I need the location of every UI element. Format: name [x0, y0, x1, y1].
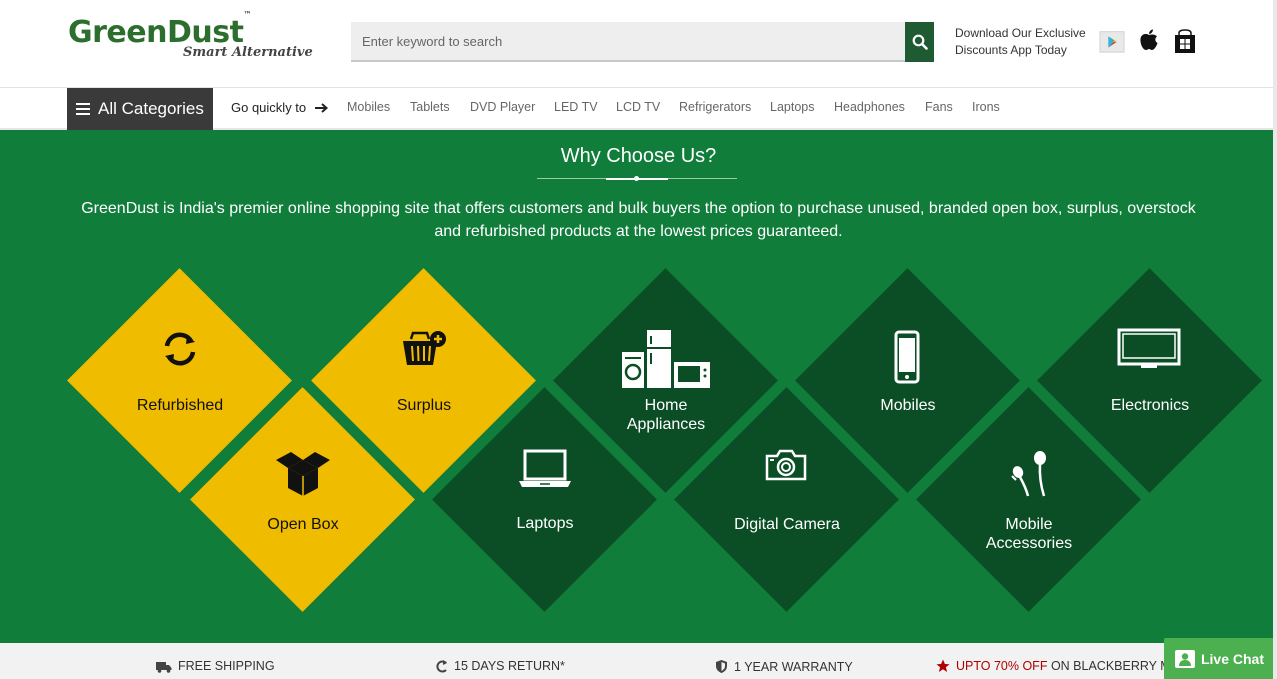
camera-icon: [764, 448, 808, 482]
laptop-icon: [518, 448, 572, 490]
search-bar: [351, 22, 934, 62]
hamburger-icon: [76, 100, 90, 118]
tile-label-digital-camera: Digital Camera: [734, 516, 840, 533]
tile-label-electronics: Electronics: [1110, 397, 1190, 414]
go-quickly-text: Go quickly to: [231, 100, 307, 115]
tile-label-laptops: Laptops: [516, 515, 574, 532]
app-download-line-1: Download Our Exclusive: [955, 26, 1086, 40]
tile-label-home-appliances-line-1: Home: [644, 397, 688, 414]
title-divider-dot: [634, 176, 639, 181]
scrollbar[interactable]: [1273, 0, 1277, 679]
app-download-line-2: Discounts App Today: [955, 43, 1067, 57]
nav-link-mobiles[interactable]: Mobiles: [347, 100, 390, 114]
nav-link-led-tv[interactable]: LED TV: [554, 100, 598, 114]
box-icon: [274, 450, 332, 498]
warranty-text: 1 YEAR WARRANTY: [734, 659, 853, 674]
section-description: GreenDust is India's premier online shop…: [81, 200, 1196, 240]
truck-icon: [156, 660, 172, 673]
arrow-right-icon: [314, 103, 328, 113]
appliances-icon: [620, 328, 712, 390]
tile-label-home-appliances-line-2: Appliances: [626, 416, 706, 433]
refresh-icon: [158, 327, 202, 371]
tile-label-mobile-accessories: Mobile Accessories: [939, 515, 1119, 553]
windows-icon[interactable]: [1172, 28, 1198, 54]
tile-label-mobile-accessories-line-2: Accessories: [985, 535, 1073, 552]
search-icon: [912, 34, 928, 50]
nav-link-laptops[interactable]: Laptops: [770, 100, 814, 114]
nav-link-tablets[interactable]: Tablets: [410, 100, 450, 114]
feature-warranty: 1 YEAR WARRANTY: [715, 659, 853, 674]
all-categories-label: All Categories: [98, 99, 204, 118]
shield-icon: [715, 659, 728, 674]
google-play-icon[interactable]: [1099, 28, 1125, 54]
chat-icon: [1174, 649, 1195, 668]
live-chat-label: Live Chat: [1200, 650, 1264, 667]
tile-label-home-appliances: Home Appliances: [576, 396, 756, 434]
return-icon: [436, 659, 448, 673]
nav-link-fans[interactable]: Fans: [925, 100, 953, 114]
basket-icon: [401, 327, 447, 371]
star-icon: [936, 659, 950, 673]
monitor-icon: [1117, 328, 1181, 370]
nav-link-lcd-tv[interactable]: LCD TV: [616, 100, 660, 114]
nav-link-irons[interactable]: Irons: [972, 100, 1000, 114]
nav-link-headphones[interactable]: Headphones: [834, 100, 905, 114]
tile-label-refurbished: Refurbished: [136, 397, 224, 414]
feature-free-shipping: FREE SHIPPING: [156, 659, 275, 673]
apple-icon[interactable]: [1136, 28, 1162, 54]
why-choose-us-section: Why Choose Us? GreenDust is India's prem…: [0, 130, 1277, 643]
feature-offer[interactable]: UPTO 70% OFF ON BLACKBERRY MO: [936, 659, 1180, 673]
logo-tagline: Smart Alternative: [183, 45, 313, 60]
tile-label-mobiles: Mobiles: [880, 397, 936, 414]
free-shipping-text: FREE SHIPPING: [178, 659, 275, 673]
earphones-icon: [1006, 448, 1052, 500]
app-download-text: Download Our Exclusive Discounts App Tod…: [955, 25, 1095, 59]
logo-trademark: ™: [243, 10, 251, 19]
offer-highlight-text: UPTO 70% OFF: [956, 659, 1048, 673]
returns-text: 15 DAYS RETURN*: [454, 659, 565, 673]
live-chat-button[interactable]: Live Chat: [1164, 638, 1274, 679]
feature-returns: 15 DAYS RETURN*: [436, 659, 565, 673]
tile-label-open-box: Open Box: [267, 516, 339, 533]
offer-rest-text: ON BLACKBERRY MO: [1047, 659, 1181, 673]
nav-link-refrigerators[interactable]: Refrigerators: [679, 100, 751, 114]
tile-label-mobile-accessories-line-1: Mobile: [1005, 516, 1053, 533]
go-quickly-label: Go quickly to: [231, 100, 328, 115]
nav-link-dvd-player[interactable]: DVD Player: [470, 100, 535, 114]
tile-label-surplus: Surplus: [396, 397, 452, 414]
search-input[interactable]: [351, 22, 904, 60]
search-button[interactable]: [905, 22, 934, 62]
all-categories-button[interactable]: All Categories: [67, 88, 213, 130]
section-title: Why Choose Us?: [560, 145, 717, 167]
mobile-icon: [893, 330, 921, 384]
